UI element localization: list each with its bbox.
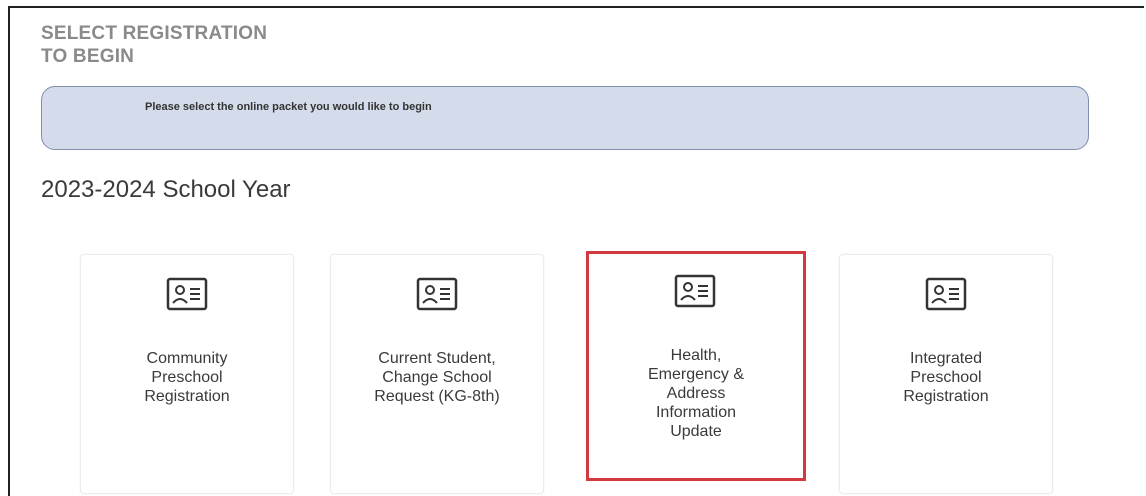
packet-card-label-line: Request (KG-8th) <box>374 388 500 405</box>
page-title-line-2: TO BEGIN <box>41 46 135 67</box>
school-year-heading: 2023-2024 School Year <box>41 176 291 203</box>
id-card-icon <box>416 277 458 311</box>
instruction-text: Please select the online packet you woul… <box>145 101 432 113</box>
packet-card-label-line: Registration <box>144 388 230 405</box>
packet-card-label: Community Preschool Registration <box>87 349 287 406</box>
packet-card-label-line: Preschool <box>910 369 982 386</box>
packet-card-label-line: Change School <box>382 369 492 386</box>
packet-card-label-line: Preschool <box>151 369 223 386</box>
packet-card-label-line: Registration <box>903 388 989 405</box>
packet-card-label: Current Student, Change School Request (… <box>337 349 537 406</box>
packet-card-label: Health, Emergency & Address Information … <box>595 346 797 441</box>
packet-card-label: Integrated Preschool Registration <box>846 349 1046 406</box>
id-card-icon <box>166 277 208 311</box>
packet-card-label-line: Update <box>670 423 722 440</box>
id-card-icon <box>674 274 716 308</box>
packet-card-current-student-change-school[interactable]: Current Student, Change School Request (… <box>330 254 544 494</box>
packet-card-label-line: Community <box>146 350 228 367</box>
instruction-banner: Please select the online packet you woul… <box>41 86 1089 150</box>
packet-card-label-line: Health, <box>670 347 722 364</box>
id-card-icon <box>925 277 967 311</box>
packet-card-community-preschool-registration[interactable]: Community Preschool Registration <box>80 254 294 494</box>
packet-card-label-line: Current Student, <box>378 350 496 367</box>
packet-card-health-emergency-address-update[interactable]: Health, Emergency & Address Information … <box>586 251 806 481</box>
registration-panel: SELECT REGISTRATION TO BEGIN Please sele… <box>8 6 1144 496</box>
packet-card-integrated-preschool-registration[interactable]: Integrated Preschool Registration <box>839 254 1053 494</box>
packet-card-label-line: Address <box>666 385 726 402</box>
packet-card-label-line: Information <box>655 404 737 421</box>
page-title: SELECT REGISTRATION TO BEGIN <box>41 22 267 68</box>
packet-card-label-line: Emergency & <box>647 366 745 383</box>
page-title-line-1: SELECT REGISTRATION <box>41 23 268 44</box>
packet-card-label-line: Integrated <box>909 350 983 367</box>
